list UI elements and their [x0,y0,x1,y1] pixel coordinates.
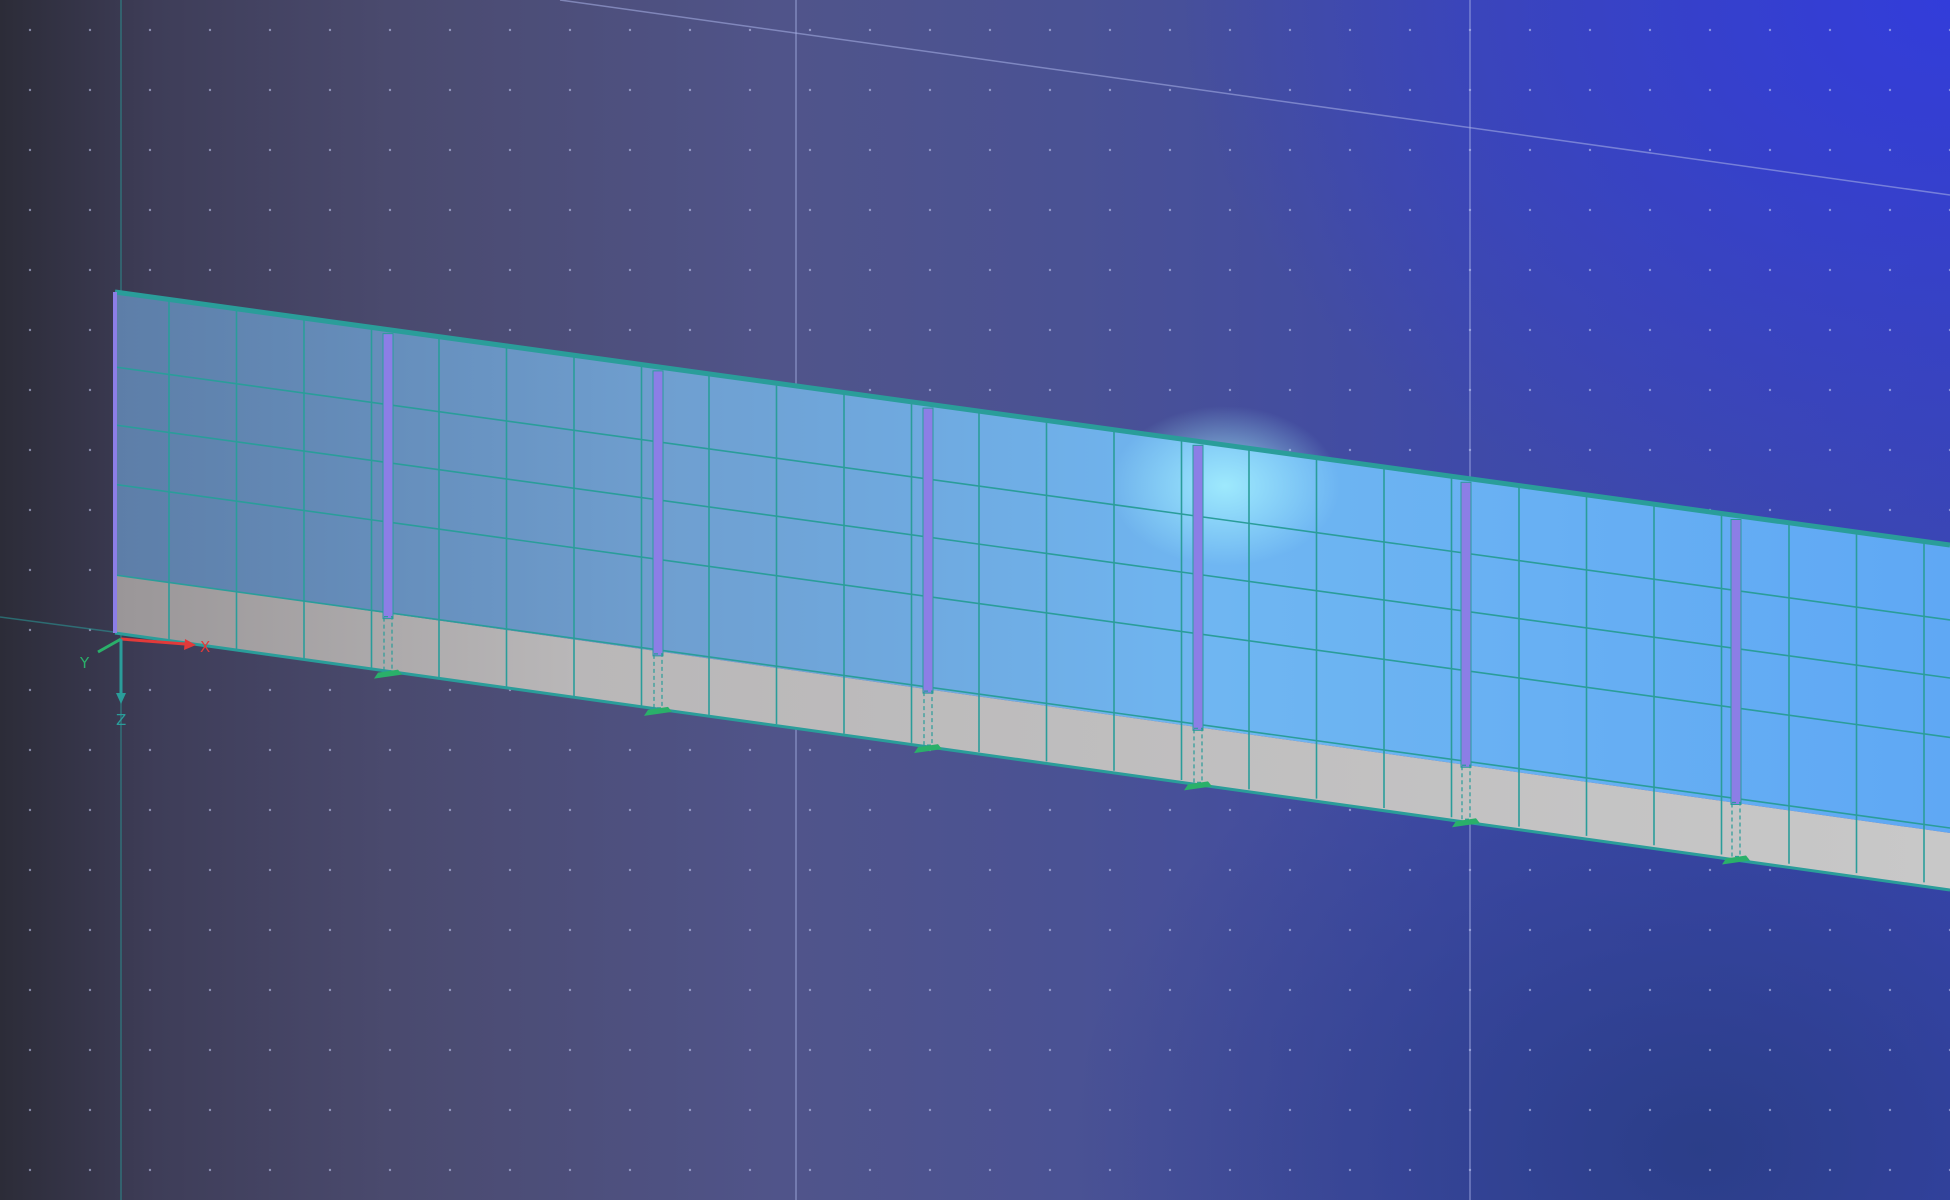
model-scene[interactable]: X Y Z [0,0,1950,1200]
post-column[interactable] [922,407,934,694]
post-column[interactable] [1192,444,1204,731]
post-column[interactable] [1460,481,1472,768]
post-column[interactable] [1730,518,1742,805]
post-column[interactable] [382,333,394,620]
model-viewport[interactable]: X Y Z [0,0,1950,1200]
highlight-glow [1110,406,1340,566]
post-column[interactable] [652,370,664,657]
axis-y-label: Y [79,654,90,672]
axis-z-label: Z [116,711,126,729]
axis-x-label: X [200,638,210,656]
